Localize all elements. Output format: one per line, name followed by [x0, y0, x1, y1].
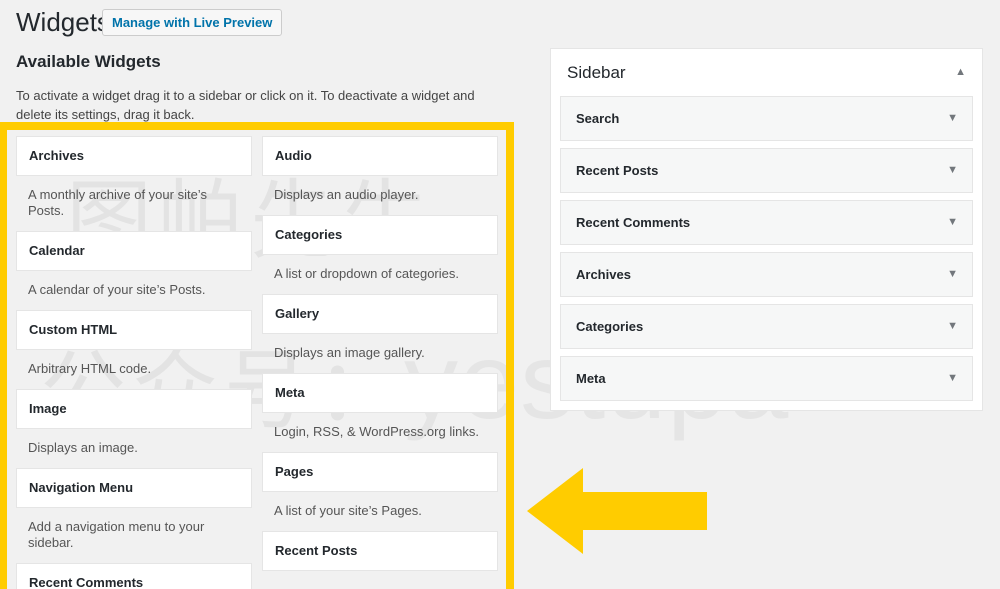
sidebar-item-categories[interactable]: Categories ▼ [560, 304, 973, 349]
sidebar-item-archives[interactable]: Archives ▼ [560, 252, 973, 297]
widget-description: Login, RSS, & WordPress.org links. [274, 424, 479, 439]
sidebar-item-search[interactable]: Search ▼ [560, 96, 973, 141]
sidebar-item-meta[interactable]: Meta ▼ [560, 356, 973, 401]
widget-title[interactable]: Image [16, 389, 252, 429]
sidebar-item-recent-posts[interactable]: Recent Posts ▼ [560, 148, 973, 193]
sidebar-item-label: Categories [576, 319, 644, 334]
widget-card-navigation-menu[interactable]: Navigation Menu Add a navigation menu to… [16, 468, 252, 563]
widget-card-audio[interactable]: Audio Displays an audio player. [262, 136, 498, 215]
widget-card-recent-posts[interactable]: Recent Posts [262, 531, 498, 571]
widget-description: A monthly archive of your site’s Posts. [28, 187, 207, 218]
page-header: Widgets Manage with Live Preview [0, 0, 1000, 46]
widget-title[interactable]: Gallery [262, 294, 498, 334]
manage-with-live-preview-button[interactable]: Manage with Live Preview [102, 9, 283, 36]
widget-title[interactable]: Archives [16, 136, 252, 176]
widget-card-calendar[interactable]: Calendar A calendar of your site’s Posts… [16, 231, 252, 310]
widget-title[interactable]: Audio [262, 136, 498, 176]
widget-card-gallery[interactable]: Gallery Displays an image gallery. [262, 294, 498, 373]
widget-description: Displays an image gallery. [274, 345, 425, 360]
widget-title[interactable]: Custom HTML [16, 310, 252, 350]
available-widgets-heading: Available Widgets [16, 52, 161, 71]
widget-card-meta[interactable]: Meta Login, RSS, & WordPress.org links. [262, 373, 498, 452]
widget-description: Displays an audio player. [274, 187, 419, 202]
sidebar-item-label: Recent Posts [576, 163, 659, 178]
arrow-shape [527, 468, 707, 554]
widget-description: A calendar of your site’s Posts. [28, 282, 206, 297]
widget-card-categories[interactable]: Categories A list or dropdown of categor… [262, 215, 498, 294]
chevron-down-icon[interactable]: ▼ [947, 149, 958, 192]
widget-card-recent-comments[interactable]: Recent Comments [16, 563, 252, 589]
sidebar-item-label: Search [576, 111, 620, 126]
sidebar-item-label: Recent Comments [576, 215, 691, 230]
sidebar-item-label: Meta [576, 371, 606, 386]
widget-description: A list or dropdown of categories. [274, 266, 459, 281]
widget-description: Displays an image. [28, 440, 138, 455]
widget-card-pages[interactable]: Pages A list of your site’s Pages. [262, 452, 498, 531]
widget-title[interactable]: Navigation Menu [16, 468, 252, 508]
chevron-up-icon[interactable]: ▲ [955, 49, 966, 96]
widget-title[interactable]: Meta [262, 373, 498, 413]
sidebar-item-label: Archives [576, 267, 631, 282]
widget-card-image[interactable]: Image Displays an image. [16, 389, 252, 468]
widget-title[interactable]: Recent Posts [262, 531, 498, 571]
chevron-down-icon[interactable]: ▼ [947, 97, 958, 140]
available-widgets-description: To activate a widget drag it to a sideba… [16, 88, 475, 122]
widget-column-right: Audio Displays an audio player. Categori… [262, 136, 498, 571]
chevron-down-icon[interactable]: ▼ [947, 357, 958, 400]
chevron-down-icon[interactable]: ▼ [947, 253, 958, 296]
widget-description: Arbitrary HTML code. [28, 361, 152, 376]
widget-title[interactable]: Categories [262, 215, 498, 255]
chevron-down-icon[interactable]: ▼ [947, 201, 958, 244]
left-arrow-annotation-icon [527, 468, 707, 554]
widget-title[interactable]: Pages [262, 452, 498, 492]
widget-title[interactable]: Calendar [16, 231, 252, 271]
sidebar-panel-title: Sidebar [567, 63, 626, 82]
widget-card-custom-html[interactable]: Custom HTML Arbitrary HTML code. [16, 310, 252, 389]
sidebar-item-recent-comments[interactable]: Recent Comments ▼ [560, 200, 973, 245]
widget-column-left: Archives A monthly archive of your site’… [16, 136, 252, 589]
widget-title[interactable]: Recent Comments [16, 563, 252, 589]
widget-description: Add a navigation menu to your sidebar. [28, 519, 205, 550]
widget-card-archives[interactable]: Archives A monthly archive of your site’… [16, 136, 252, 231]
chevron-down-icon[interactable]: ▼ [947, 305, 958, 348]
page-title: Widgets [16, 7, 110, 37]
sidebar-widget-list: Search ▼ Recent Posts ▼ Recent Comments … [551, 96, 982, 410]
sidebar-panel: Sidebar ▲ Search ▼ Recent Posts ▼ Recent… [550, 48, 983, 411]
widget-description: A list of your site’s Pages. [274, 503, 422, 518]
sidebar-panel-header[interactable]: Sidebar ▲ [551, 49, 982, 96]
